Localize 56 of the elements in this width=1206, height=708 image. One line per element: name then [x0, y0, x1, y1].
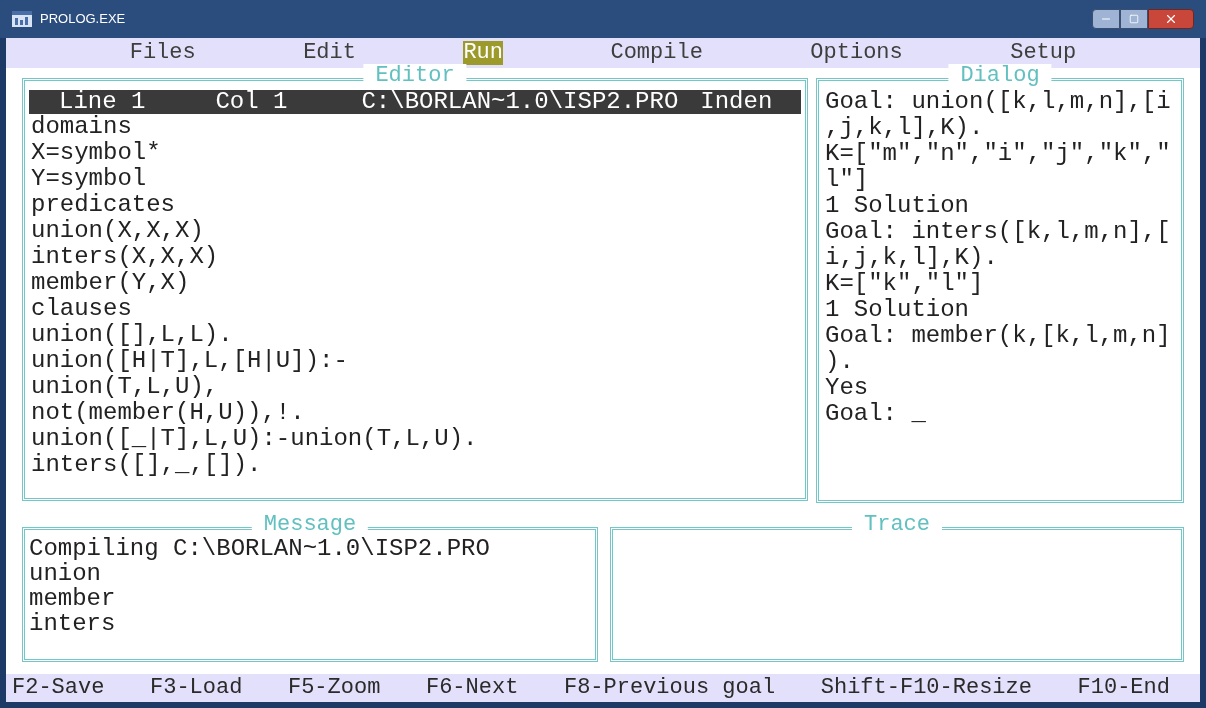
code-line: Y=symbol [31, 166, 147, 192]
menu-item[interactable]: Compile [610, 41, 703, 65]
dialog-line: K=["m","n","i","j","k"," [825, 141, 1171, 167]
dialog-line: i,j,k,l],K). [825, 245, 998, 271]
code-line: union([H|T],L,[H|U]):- [31, 348, 348, 374]
code-line: union([],L,L). [31, 322, 233, 348]
message-line: Compiling C:\BORLAN~1.0\ISP2.PRO [29, 536, 490, 561]
close-button[interactable] [1148, 9, 1194, 29]
menu-item[interactable]: Files [129, 41, 196, 65]
dialog-line: 1 Solution [825, 193, 970, 219]
function-key-hint: F8-Previous goal [563, 676, 776, 700]
code-line: member(Y,X) [31, 270, 190, 296]
message-line: member [29, 586, 116, 611]
code-line: predicates [31, 192, 176, 218]
code-line: domains [31, 114, 132, 140]
dialog-line: Goal: _ [825, 401, 926, 427]
function-key-hint: F2-Save [12, 676, 105, 700]
panel-title: Message [251, 513, 369, 537]
dialog-line: Yes [825, 375, 869, 401]
message-line: union [29, 561, 101, 586]
dialog-line: Goal: member(k,[k,l,m,n] [825, 323, 1171, 349]
dialog-line: 1 Solution [825, 297, 970, 323]
dialog-line: ,j,k,l],K). [825, 115, 984, 141]
panel-title: Dialog [948, 64, 1052, 88]
menu-item[interactable]: Edit [303, 41, 356, 65]
function-key-hint: F5-Zoom [287, 676, 381, 700]
minimize-button[interactable] [1092, 9, 1120, 29]
status-field: Inden [700, 90, 773, 114]
dialog-line: Goal: inters([k,l,m,n],[ [825, 219, 1171, 245]
status-field: Line 1 [59, 90, 146, 114]
code-line: union(T,L,U), [31, 374, 219, 400]
dialog-line: l"] [825, 167, 869, 193]
message-line: inters [29, 611, 116, 636]
menu-item[interactable]: Setup [1010, 41, 1077, 65]
maximize-button[interactable] [1120, 9, 1148, 29]
function-key-hint: F6-Next [425, 676, 519, 700]
dialog-line: K=["k","l"] [825, 271, 984, 297]
status-field: Col 1 [215, 90, 288, 114]
function-key-hint: Shift-F10-Resize [820, 676, 1032, 700]
menu-item[interactable]: Options [810, 41, 903, 65]
close-icon [1164, 12, 1178, 26]
code-line: inters([],_,[]). [31, 452, 262, 478]
code-line: union([_|T],L,U):-union(T,L,U). [31, 426, 478, 452]
code-line: X=symbol* [31, 140, 161, 166]
app-icon [12, 11, 32, 27]
maximize-icon [1129, 14, 1139, 24]
function-key-hint: F10-End [1077, 676, 1170, 700]
code-line: inters(X,X,X) [31, 244, 219, 270]
code-line: clauses [31, 296, 132, 322]
dialog-line: Goal: union([k,l,m,n],[i [825, 89, 1171, 115]
code-line: not(member(H,U)),!. [31, 400, 305, 426]
dialog-line: ). [825, 349, 854, 375]
window-title: PROLOG.EXE [40, 10, 126, 29]
function-key-hint: F3-Load [150, 676, 243, 700]
code-line: union(X,X,X) [31, 218, 204, 244]
status-field: C:\BORLAN~1.0\ISP2.PRO [361, 90, 679, 114]
